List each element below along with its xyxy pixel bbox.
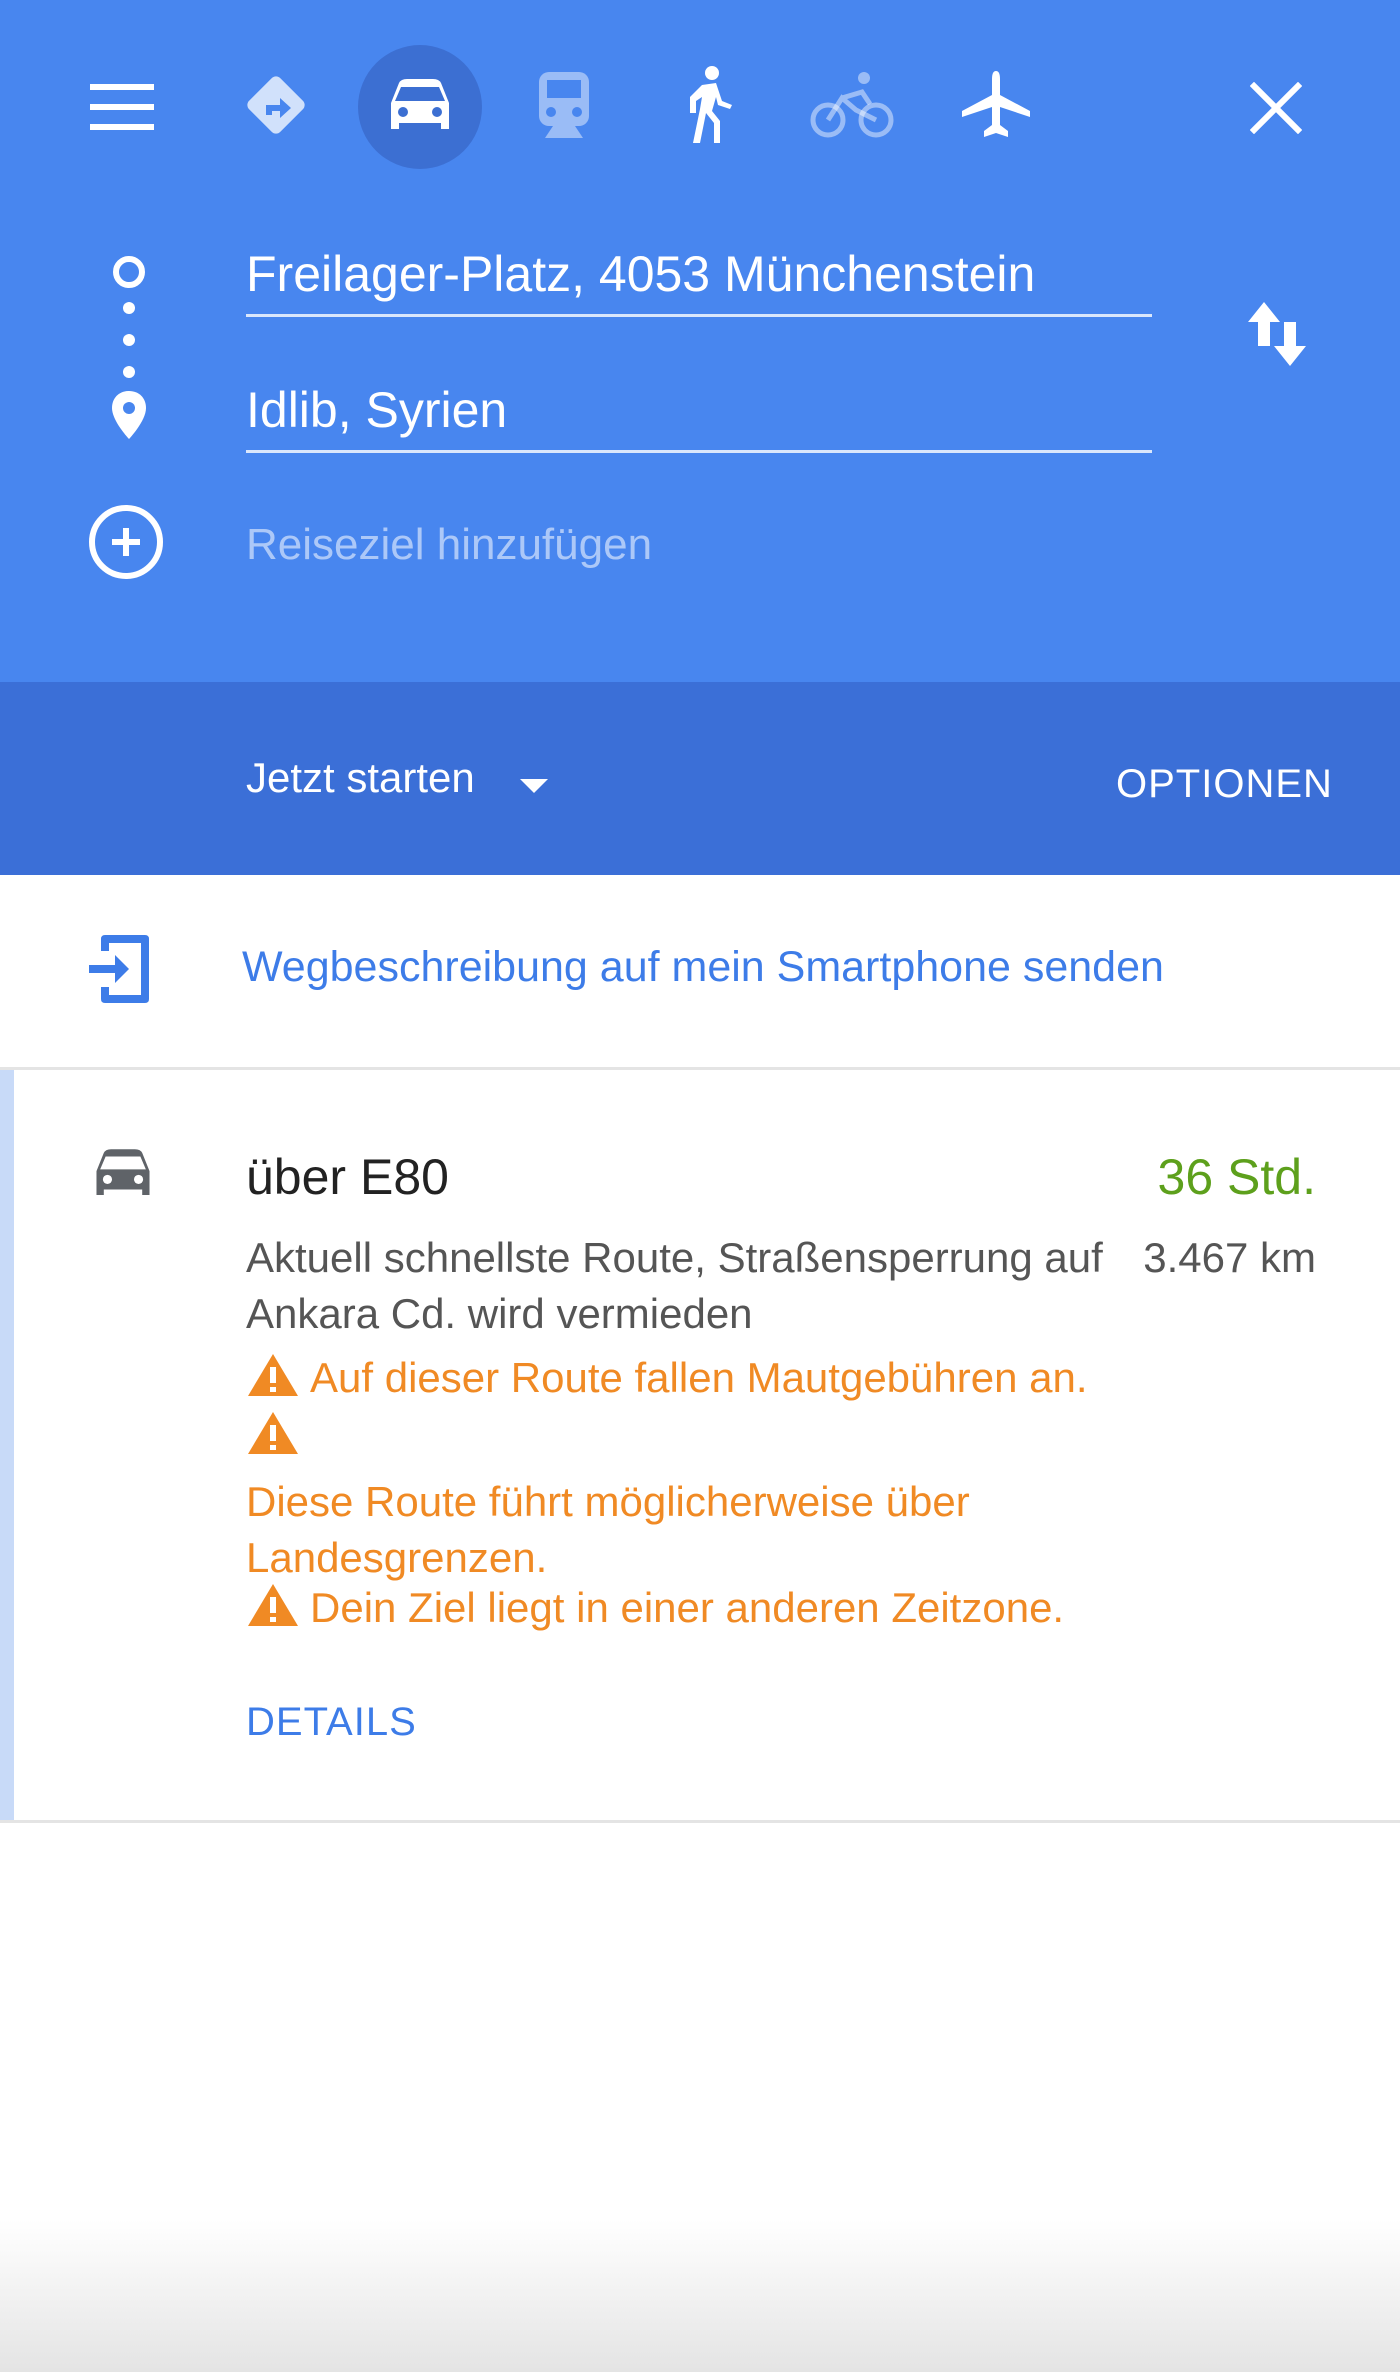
warning-border: Diese Route führt möglicherweise über La… bbox=[246, 1410, 1246, 1586]
route-duration: 36 Std. bbox=[1157, 1149, 1316, 1205]
mode-walking[interactable] bbox=[646, 45, 770, 169]
car-icon bbox=[385, 75, 455, 140]
directions-icon bbox=[238, 67, 314, 148]
walk-icon bbox=[680, 65, 736, 150]
mode-transit[interactable] bbox=[502, 45, 626, 169]
route-title: über E80 bbox=[246, 1149, 449, 1205]
warning-toll: Auf dieser Route fallen Mautgebühren an. bbox=[246, 1350, 1246, 1412]
route-card[interactable]: über E80 36 Std. Aktuell schnellste Rout… bbox=[0, 1070, 1400, 1823]
destination-pin-icon bbox=[104, 388, 154, 442]
send-to-phone-link[interactable]: Wegbeschreibung auf mein Smartphone send… bbox=[242, 943, 1164, 992]
route-selected-indicator bbox=[0, 1070, 14, 1820]
warning-text: Dein Ziel liegt in einer anderen Zeitzon… bbox=[310, 1584, 1065, 1631]
options-bar: Jetzt starten OPTIONEN bbox=[0, 682, 1400, 875]
depart-time-label: Jetzt starten bbox=[246, 754, 475, 801]
mode-bicycle[interactable] bbox=[790, 45, 914, 169]
depart-time-dropdown[interactable]: Jetzt starten bbox=[246, 754, 549, 805]
menu-icon[interactable] bbox=[82, 72, 162, 142]
origin-marker-icon bbox=[104, 252, 154, 292]
train-icon bbox=[535, 70, 593, 145]
warning-timezone: Dein Ziel liegt in einer anderen Zeitzon… bbox=[246, 1580, 1246, 1642]
send-to-device-icon bbox=[88, 933, 152, 1005]
route-dots-icon bbox=[119, 300, 139, 380]
warning-icon bbox=[246, 1352, 300, 1412]
plane-icon bbox=[960, 69, 1032, 146]
route-distance: 3.467 km bbox=[1143, 1234, 1316, 1281]
warning-text: Auf dieser Route fallen Mautgebühren an. bbox=[310, 1354, 1088, 1401]
car-icon bbox=[88, 1140, 158, 1206]
directions-header: Freilager-Platz, 4053 Münchenstein Idlib… bbox=[0, 0, 1400, 682]
origin-input[interactable]: Freilager-Platz, 4053 Münchenstein bbox=[246, 244, 1152, 317]
bike-icon bbox=[810, 70, 894, 145]
dropdown-arrow-icon bbox=[520, 757, 549, 805]
close-icon[interactable] bbox=[1236, 76, 1316, 140]
add-destination-icon[interactable] bbox=[86, 502, 166, 582]
mode-car[interactable] bbox=[358, 45, 482, 169]
add-destination-field[interactable]: Reiseziel hinzufügen bbox=[246, 520, 652, 570]
details-button[interactable]: DETAILS bbox=[246, 1700, 417, 1745]
swap-icon[interactable] bbox=[1240, 298, 1314, 370]
warning-text: Diese Route führt möglicherweise über La… bbox=[246, 1478, 970, 1581]
warning-icon bbox=[246, 1582, 300, 1642]
send-to-phone-row[interactable]: Wegbeschreibung auf mein Smartphone send… bbox=[0, 875, 1400, 1070]
options-button[interactable]: OPTIONEN bbox=[1116, 762, 1333, 807]
destination-input[interactable]: Idlib, Syrien bbox=[246, 380, 1152, 453]
mode-directions[interactable] bbox=[214, 45, 338, 169]
mode-flight[interactable] bbox=[934, 45, 1058, 169]
warning-icon bbox=[246, 1410, 1236, 1470]
bottom-shadow bbox=[0, 2220, 1400, 2372]
route-description: Aktuell schnellste Route, Straßensperrun… bbox=[246, 1234, 1103, 1337]
